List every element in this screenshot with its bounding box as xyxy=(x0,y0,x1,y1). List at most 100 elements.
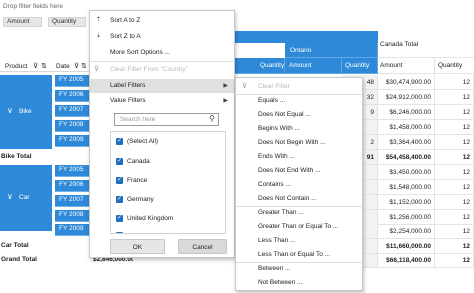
search-field[interactable]: Search here ⚲ xyxy=(114,113,219,126)
menu-item-sort-z-a[interactable]: ⇣ Sort Z to A xyxy=(90,31,234,42)
data-cell[interactable]: $54,458,400.00 xyxy=(378,150,435,165)
data-cell[interactable]: $2,254,000.00 xyxy=(378,224,435,239)
data-cell[interactable]: $1,152,000.00 xyxy=(378,195,435,210)
checklist-item[interactable]: ✓ France xyxy=(111,175,225,186)
column-header-canada-amount[interactable]: Amount xyxy=(378,58,435,74)
column-header-canada-total[interactable]: Canada Total xyxy=(378,31,474,58)
member-checklist[interactable]: ✓ (Select All) ✓ Canada ✓ France ✓ Germa… xyxy=(110,131,226,234)
menu-item-more-sort-options[interactable]: More Sort Options ... xyxy=(90,47,234,58)
cancel-button[interactable]: Cancel xyxy=(178,239,227,254)
row-year[interactable]: FY 2009 xyxy=(55,135,90,147)
column-header-amount[interactable]: Amount xyxy=(285,58,342,74)
label-filters-submenu[interactable]: ⊽ Clear Filter Equals ... Does Not Equal ..… xyxy=(235,77,363,291)
column-header-ontario[interactable]: Ontario xyxy=(285,43,378,58)
checklist-item[interactable]: ✓ Germany xyxy=(111,194,225,205)
data-cell[interactable]: 12 xyxy=(435,75,474,90)
row-header-product[interactable]: Product xyxy=(5,63,27,70)
submenu-item[interactable]: Begins With ... xyxy=(236,123,362,135)
column-header-quantity-ontario[interactable]: Quantity xyxy=(342,58,378,74)
submenu-item[interactable]: Does Not Contain ... xyxy=(236,193,362,205)
row-year[interactable]: FY 2008 xyxy=(55,210,90,222)
filter-icon[interactable]: ⊽ xyxy=(33,62,38,70)
data-cell[interactable]: $3,364,400.00 xyxy=(378,135,435,150)
data-cell[interactable]: $1,548,000.00 xyxy=(378,180,435,195)
data-cell[interactable]: 12 xyxy=(435,120,474,135)
column-header-canada-quantity[interactable]: Quantity xyxy=(435,58,474,74)
data-cell[interactable]: 12 xyxy=(435,195,474,210)
clear-filter-icon: ⊽ xyxy=(94,66,100,73)
menu-separator xyxy=(90,61,234,62)
data-cell[interactable]: $66,118,400.00 xyxy=(378,254,435,268)
field-chip-quantity[interactable]: Quantity xyxy=(48,17,86,27)
column-header-quantity[interactable]: Quantity xyxy=(233,58,285,74)
row-year[interactable]: FY 2005 xyxy=(55,75,90,87)
data-cell[interactable]: $30,474,900.00 xyxy=(378,75,435,90)
submenu-item-clear-filter[interactable]: ⊽ Clear Filter xyxy=(236,81,362,93)
data-cell[interactable]: $1,458,000.00 xyxy=(378,120,435,135)
chevron-down-icon[interactable]: ∨ xyxy=(7,192,13,201)
row-year[interactable]: FY 2005 xyxy=(55,165,90,177)
checkbox-checked-icon[interactable]: ✓ xyxy=(116,196,123,203)
submenu-item[interactable]: Does Not Begin With ... xyxy=(236,137,362,149)
submenu-item[interactable]: Greater Than ... xyxy=(236,207,362,219)
menu-item-value-filters[interactable]: Value Filters ▶ xyxy=(90,94,234,108)
submenu-item-label: Greater Than ... xyxy=(258,209,304,216)
row-header-date[interactable]: Date xyxy=(56,63,70,70)
checkbox-checked-icon[interactable]: ✓ xyxy=(116,177,123,184)
data-cell[interactable]: $1,256,000.00 xyxy=(378,210,435,225)
data-cell[interactable]: 12 xyxy=(435,210,474,225)
submenu-item[interactable]: Does Not Equal ... xyxy=(236,109,362,121)
filter-icon[interactable]: ⊽ xyxy=(74,62,79,70)
search-icon: ⚲ xyxy=(209,114,215,123)
row-year[interactable]: FY 2006 xyxy=(55,180,90,192)
submenu-item-label: Begins With ... xyxy=(258,125,300,132)
field-chip-amount[interactable]: Amount xyxy=(3,17,42,27)
row-year[interactable]: FY 2009 xyxy=(55,224,90,236)
menu-item-sort-a-z[interactable]: ⇡ Sort A to Z xyxy=(90,15,234,26)
checklist-item[interactable]: ✓ (Select All) xyxy=(111,136,225,147)
row-year[interactable]: FY 2008 xyxy=(55,120,90,132)
data-cell[interactable]: 12 xyxy=(435,90,474,105)
menu-item-clear-filter-country[interactable]: ⊽ Clear Filter From "Country" xyxy=(90,64,234,75)
group-cell-bike[interactable]: ∨ Bike xyxy=(0,75,52,149)
data-cell[interactable]: $11,660,000.00 xyxy=(378,239,435,254)
data-cell[interactable]: 12 xyxy=(435,224,474,239)
data-cell[interactable]: $3,450,000.00 xyxy=(378,165,435,180)
data-cell[interactable]: 12 xyxy=(435,105,474,120)
sort-icon[interactable]: ⇅ xyxy=(41,62,47,70)
data-cell[interactable]: 12 xyxy=(435,239,474,254)
filter-drop-area[interactable]: Drop filter fields here Amount Quantity xyxy=(0,0,90,31)
row-year[interactable]: FY 2007 xyxy=(55,195,90,207)
data-cell[interactable]: 12 xyxy=(435,254,474,268)
row-year[interactable]: FY 2006 xyxy=(55,90,90,102)
checklist-item[interactable]: ✓ Canada xyxy=(111,156,225,167)
submenu-item[interactable]: Ends With ... xyxy=(236,151,362,163)
ok-button[interactable]: OK xyxy=(110,239,165,254)
group-label-car: Car xyxy=(19,194,30,201)
submenu-item[interactable]: Equals ... xyxy=(236,95,362,107)
submenu-item[interactable]: Contains ... xyxy=(236,179,362,191)
search-input[interactable]: Search here xyxy=(120,116,155,123)
submenu-item[interactable]: Does Not End With ... xyxy=(236,165,362,177)
data-cell[interactable]: 12 xyxy=(435,180,474,195)
menu-item-label-filters[interactable]: Label Filters ▶ xyxy=(90,79,234,93)
submenu-item[interactable]: Less Than ... xyxy=(236,235,362,247)
data-cell[interactable]: 12 xyxy=(435,135,474,150)
sort-icon[interactable]: ⇅ xyxy=(81,62,87,70)
submenu-item[interactable]: Greater Than or Equal To ... xyxy=(236,221,362,233)
data-cell[interactable]: 12 xyxy=(435,165,474,180)
checkbox-checked-icon[interactable]: ✓ xyxy=(116,158,123,165)
submenu-item[interactable]: Less Than or Equal To ... xyxy=(236,249,362,261)
data-cell[interactable]: 12 xyxy=(435,150,474,165)
row-year[interactable]: FY 2007 xyxy=(55,105,90,117)
submenu-item[interactable]: Between ... xyxy=(236,263,362,275)
filter-context-menu[interactable]: ⇡ Sort A to Z ⇣ Sort Z to A More Sort Op… xyxy=(89,10,235,258)
checklist-item[interactable]: ✓ United Kingdom xyxy=(111,213,225,224)
checkbox-checked-icon[interactable]: ✓ xyxy=(116,138,123,145)
data-cell[interactable]: $6,246,000.00 xyxy=(378,105,435,120)
chevron-down-icon[interactable]: ∨ xyxy=(7,106,13,115)
data-cell[interactable]: $24,912,000.00 xyxy=(378,90,435,105)
group-cell-car[interactable]: ∨ Car xyxy=(0,165,52,231)
checkbox-checked-icon[interactable]: ✓ xyxy=(116,215,123,222)
submenu-item[interactable]: Not Between ... xyxy=(236,277,362,289)
